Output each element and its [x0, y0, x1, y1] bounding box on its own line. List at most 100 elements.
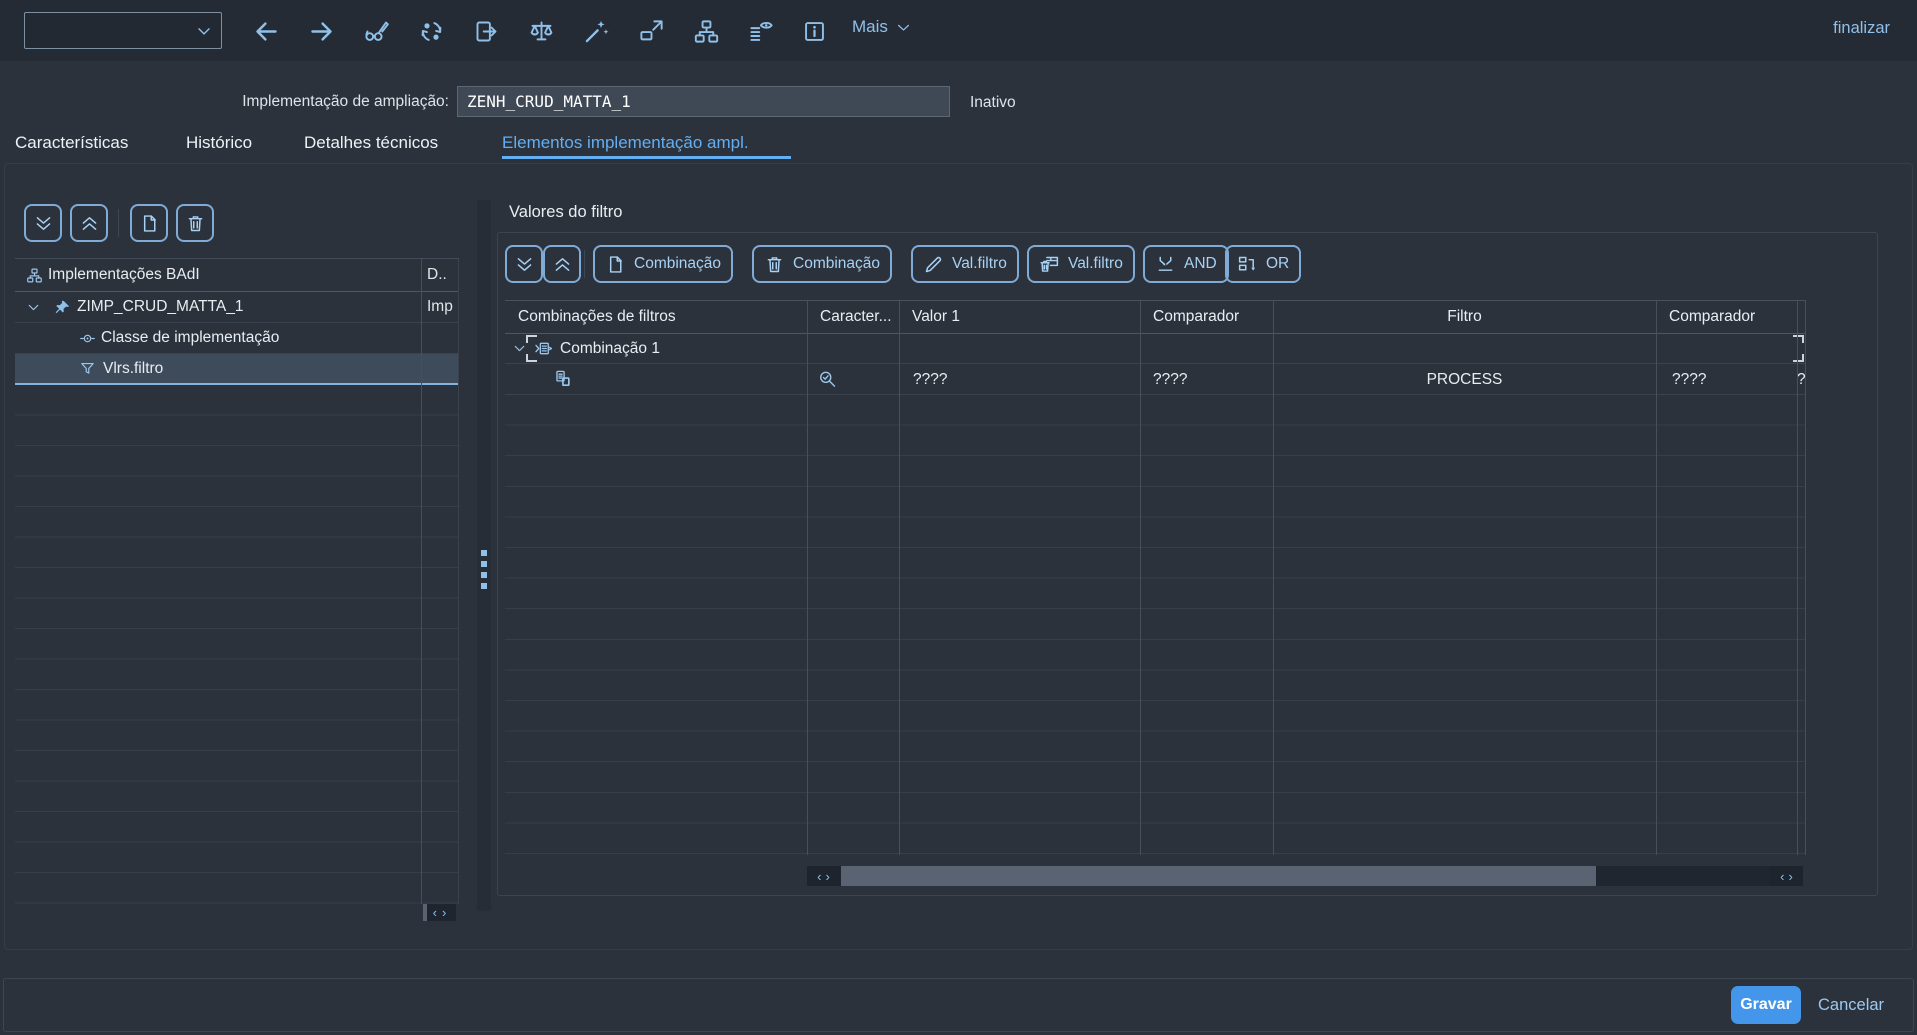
- column-divider[interactable]: [807, 301, 808, 855]
- expand-all-button[interactable]: [505, 245, 543, 283]
- col-header-caracter[interactable]: Caracter...: [807, 301, 899, 333]
- combination-label: Combinação 1: [560, 333, 660, 364]
- balance-icon: [528, 18, 555, 45]
- and-join-icon: [1155, 254, 1176, 275]
- finalizar-button[interactable]: finalizar: [1833, 19, 1890, 38]
- or-split-icon: [1237, 254, 1258, 275]
- filter-values-title: Valores do filtro: [509, 203, 622, 222]
- tab-detalhes-tecnicos[interactable]: Detalhes técnicos: [304, 133, 438, 153]
- column-divider[interactable]: [1140, 301, 1141, 855]
- tab-historico[interactable]: Histórico: [186, 133, 252, 153]
- tree-header-title: Implementações BAdI: [48, 266, 200, 284]
- and-button[interactable]: AND: [1143, 245, 1229, 283]
- mais-menu-button[interactable]: Mais: [852, 17, 912, 37]
- badi-implementations-tree: Implementações BAdI D.. ZIMP_CRUD_MATTA_…: [15, 258, 459, 904]
- collapse-all-button[interactable]: [543, 245, 581, 283]
- valor1-cell[interactable]: ????: [913, 364, 947, 395]
- refresh-status-icon: [418, 18, 445, 45]
- edit-filter-value-button[interactable]: Val.filtro: [911, 245, 1019, 283]
- scroll-left-icon[interactable]: ‹: [433, 905, 437, 920]
- table-trash-icon: [1039, 254, 1060, 275]
- wizard-button[interactable]: [580, 15, 612, 47]
- eye-list-icon: [748, 18, 775, 45]
- info-button[interactable]: [798, 15, 830, 47]
- command-combobox[interactable]: [24, 12, 222, 49]
- trash-icon: [185, 213, 206, 234]
- tab-elementos-implementacao[interactable]: Elementos implementação ampl.: [502, 133, 749, 153]
- expand-all-icon: [514, 254, 535, 275]
- tree-header-col2: D..: [427, 266, 447, 284]
- combination-icon: [534, 339, 553, 358]
- column-divider[interactable]: [1797, 301, 1798, 855]
- button-label: Val.filtro: [952, 255, 1007, 273]
- col-header-comparador2[interactable]: Comparador: [1656, 301, 1797, 333]
- scrollbar-thumb[interactable]: [841, 866, 1596, 886]
- page-icon: [139, 213, 160, 234]
- scroll-right-icon[interactable]: ›: [1789, 869, 1793, 884]
- footer-bar: [3, 978, 1914, 1032]
- tree-header-row[interactable]: Implementações BAdI D..: [15, 259, 459, 292]
- splitter-grip-dot: [481, 550, 487, 556]
- hierarchy-button[interactable]: [690, 15, 722, 47]
- delete-filter-value-button[interactable]: Val.filtro: [1027, 245, 1135, 283]
- implementation-label: Implementação de ampliação:: [0, 93, 449, 111]
- tree-column-divider[interactable]: [421, 259, 422, 904]
- col-header-combinacoes[interactable]: Combinações de filtros: [505, 301, 807, 333]
- col-header-valor1[interactable]: Valor 1: [899, 301, 1140, 333]
- application-window: { "colors": { "accent": "#8fc0ea", "save…: [0, 0, 1917, 1035]
- scroll-left-icon[interactable]: ‹: [817, 869, 821, 884]
- cancel-button[interactable]: Cancelar: [1818, 996, 1884, 1015]
- refresh-status-button[interactable]: [415, 15, 447, 47]
- tree-row-filter-values[interactable]: Vlrs.filtro: [15, 354, 459, 385]
- column-divider[interactable]: [1656, 301, 1657, 855]
- button-label: Val.filtro: [1068, 255, 1123, 273]
- tab-caracteristicas[interactable]: Características: [15, 133, 128, 153]
- display-change-button[interactable]: [360, 15, 392, 47]
- status-text: Inativo: [970, 94, 1016, 112]
- tree-row-class[interactable]: Classe de implementação: [15, 323, 459, 354]
- create-button[interactable]: [130, 204, 168, 242]
- column-divider[interactable]: [1273, 301, 1274, 855]
- scrollbar-thumb[interactable]: [423, 904, 427, 921]
- panel-splitter[interactable]: [477, 200, 491, 911]
- save-button[interactable]: Gravar: [1731, 986, 1801, 1024]
- value-help-search-icon[interactable]: [817, 369, 837, 389]
- column-divider[interactable]: [899, 301, 900, 855]
- tree-empty-rows: [15, 385, 459, 904]
- delete-button[interactable]: [176, 204, 214, 242]
- right-horizontal-scrollbar[interactable]: ‹ › ‹ ›: [807, 866, 1803, 886]
- scroll-right-icon[interactable]: ›: [442, 905, 446, 920]
- check-consistency-button[interactable]: [525, 15, 557, 47]
- resize-button[interactable]: [635, 15, 667, 47]
- copy-combination-button[interactable]: Combinação: [593, 245, 733, 283]
- scroll-arrows-right[interactable]: ‹ ›: [1770, 866, 1803, 886]
- splitter-grip-dot: [481, 572, 487, 578]
- hierarchy-icon: [26, 267, 43, 284]
- col-header-comparador1[interactable]: Comparador: [1140, 301, 1273, 333]
- display-list-button[interactable]: [745, 15, 777, 47]
- filter-value-row[interactable]: ???? ???? PROCESS ???? ????: [505, 364, 1806, 395]
- or-button[interactable]: OR: [1225, 245, 1301, 283]
- combination-row[interactable]: Combinação 1: [505, 333, 1806, 364]
- back-button[interactable]: [250, 15, 282, 47]
- col-header-filtro[interactable]: Filtro: [1273, 301, 1656, 333]
- chevron-down-icon[interactable]: [25, 299, 42, 316]
- comparador1-cell[interactable]: ????: [1153, 364, 1187, 395]
- filtro-cell[interactable]: PROCESS: [1273, 364, 1656, 395]
- resize-icon: [638, 18, 665, 45]
- table-empty-rows: [505, 395, 1806, 855]
- scroll-arrows-left[interactable]: ‹ ›: [807, 866, 840, 886]
- forward-button[interactable]: [305, 15, 337, 47]
- copy-transport-button[interactable]: [470, 15, 502, 47]
- command-input[interactable]: [25, 22, 194, 39]
- delete-combination-button[interactable]: Combinação: [752, 245, 892, 283]
- scroll-left-icon[interactable]: ‹: [1780, 869, 1784, 884]
- implementation-name-field[interactable]: [457, 86, 950, 117]
- left-horizontal-scrollbar[interactable]: ‹ ›: [423, 904, 456, 921]
- expand-all-button[interactable]: [24, 204, 62, 242]
- tree-row-implementation[interactable]: ZIMP_CRUD_MATTA_1 Imp: [15, 292, 459, 323]
- splitter-grip-dot: [481, 561, 487, 567]
- scroll-right-icon[interactable]: ›: [826, 869, 830, 884]
- comparador2-cell[interactable]: ????: [1672, 364, 1706, 395]
- collapse-all-button[interactable]: [70, 204, 108, 242]
